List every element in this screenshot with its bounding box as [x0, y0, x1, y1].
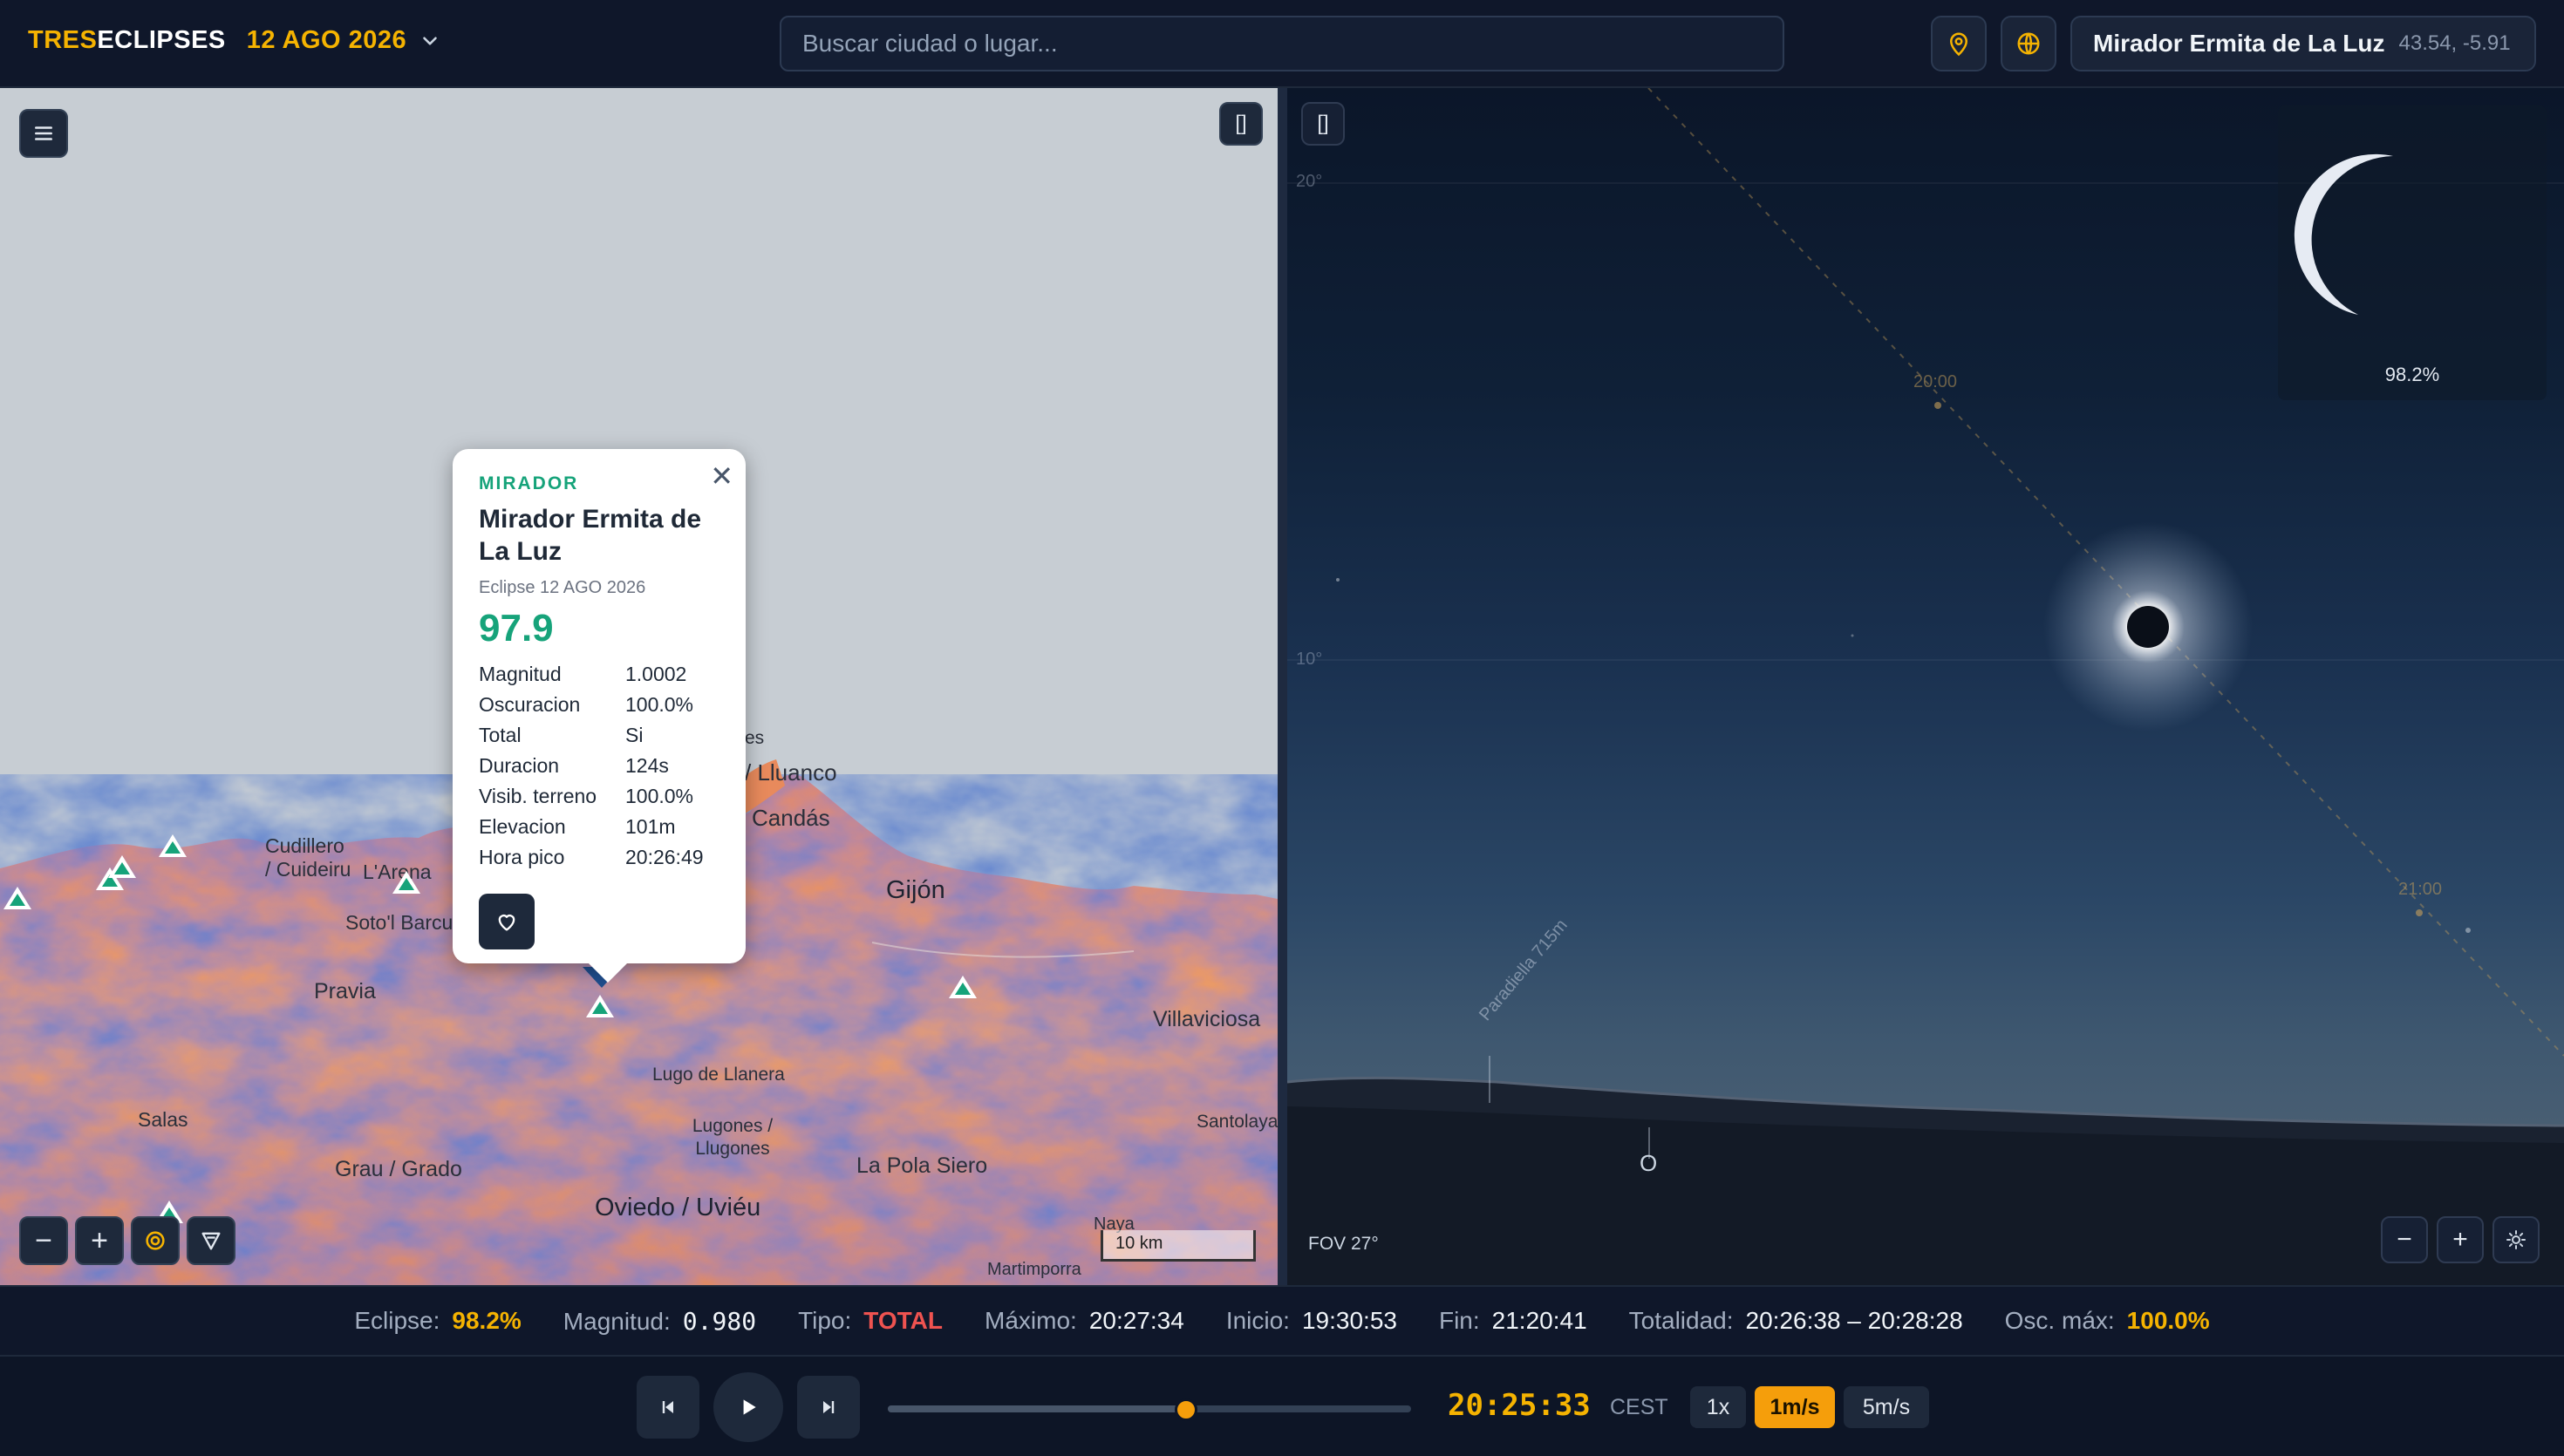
fov-label: FOV 27° [1308, 1234, 1379, 1254]
brand-date-selector[interactable]: TRES ECLIPSES 12 AGO 2026 [28, 26, 441, 55]
popup-category: MIRADOR [479, 473, 579, 493]
plus-icon: + [2452, 1225, 2468, 1254]
time-label-2000: 20:00 [1913, 372, 1958, 391]
chevron-down-icon [423, 36, 437, 45]
playback-bar: 20:25:33 CEST 1x 1m/s 5m/s [0, 1357, 2564, 1456]
info-magnitud: Magnitud: 0.980 [563, 1306, 757, 1336]
sun-icon [2506, 1230, 2526, 1249]
viewpoint-marker[interactable] [108, 855, 136, 878]
altitude-label-10: 10° [1296, 650, 1323, 669]
popup-stats: Magnitud 1.0002 Oscuracion 100.0% Total Si … [479, 659, 704, 873]
moon-disc [2127, 606, 2169, 648]
popup-row-hora-pico: Hora pico 20:26:49 [479, 846, 704, 868]
info-tipo: Tipo: TOTAL [798, 1307, 944, 1334]
altitude-label-20: 20° [1296, 172, 1323, 191]
eclipse-inset: 98.2% [2278, 105, 2547, 400]
brand-eclipses: ECLIPSES [97, 26, 226, 54]
speed-1m-button[interactable]: 1m/s [1755, 1386, 1835, 1428]
sky-zoom-out-button[interactable]: − [2381, 1216, 2428, 1263]
viewpoint-marker[interactable] [3, 887, 31, 909]
filter-button[interactable] [187, 1216, 235, 1265]
zoom-out-button[interactable]: − [19, 1216, 68, 1265]
hamburger-icon [35, 126, 52, 140]
popup-row-oscuracion: Oscuracion 100.0% [479, 693, 694, 716]
minus-icon: − [35, 1223, 52, 1257]
search-input[interactable] [780, 16, 1784, 71]
popup-subtitle: Eclipse 12 AGO 2026 [479, 578, 646, 597]
favorite-button[interactable] [479, 894, 535, 949]
scale-bar: 10 km [1101, 1230, 1256, 1262]
location-name: Mirador Ermita de La Luz [2093, 30, 2385, 57]
popup-pointer [587, 962, 629, 983]
viewpoint-marker[interactable] [392, 871, 420, 894]
popup-row-visibilidad: Visib. terreno 100.0% [479, 785, 694, 807]
triangle-filter-icon [201, 1232, 221, 1250]
brightness-button[interactable] [2492, 1216, 2540, 1263]
speed-1x-button[interactable]: 1x [1690, 1386, 1746, 1428]
info-eclipse: Eclipse: 98.2% [354, 1307, 522, 1334]
location-chip[interactable]: Mirador Ermita de La Luz 43.54, -5.91 [2070, 16, 2536, 71]
panel-divider[interactable] [1278, 88, 1287, 1285]
eclipse-info-bar: Eclipse: 98.2% Magnitud: 0.980 Tipo: TOTAL … [0, 1285, 2564, 1357]
timeline-fill [888, 1405, 1186, 1412]
viewpoint-marker[interactable] [159, 834, 187, 857]
close-icon[interactable]: ✕ [710, 459, 733, 493]
info-inicio: Inicio: 19:30:53 [1225, 1307, 1397, 1334]
layer-toggle-button[interactable] [131, 1216, 180, 1265]
sky-fullscreen-button[interactable]: [] [1301, 102, 1345, 146]
inset-percentage: 98.2% [2384, 364, 2440, 385]
menu-button[interactable] [19, 109, 68, 158]
fullscreen-icon: [] [1235, 112, 1247, 135]
locate-button[interactable] [1931, 16, 1987, 71]
play-icon [743, 1399, 756, 1415]
popup-score: 97.9 [479, 607, 554, 650]
current-time: 20:25:33 [1448, 1388, 1591, 1423]
time-dot [1934, 402, 1941, 409]
zoom-in-button[interactable]: + [75, 1216, 124, 1265]
top-bar: TRES ECLIPSES 12 AGO 2026 Mirador Ermita… [0, 0, 2564, 88]
skip-back-button[interactable] [637, 1376, 699, 1439]
target-icon [146, 1231, 165, 1250]
location-coords: 43.54, -5.91 [2398, 31, 2511, 55]
horizon-marker: O [1640, 1150, 1658, 1176]
play-button[interactable] [713, 1372, 783, 1442]
info-osc-max: Osc. máx: 100.0% [2004, 1307, 2210, 1334]
crescent-icon [2294, 153, 2393, 315]
viewpoint-marker[interactable] [586, 995, 614, 1017]
fullscreen-icon: [] [1317, 112, 1329, 135]
info-maximo: Máximo: 20:27:34 [985, 1307, 1184, 1334]
popup-title: Mirador Ermita de La Luz [479, 505, 702, 566]
speed-5m-button[interactable]: 5m/s [1844, 1386, 1929, 1428]
timezone: CEST [1610, 1395, 1668, 1419]
time-dot [2416, 909, 2423, 916]
skip-forward-icon [823, 1401, 835, 1413]
viewpoint-popup: ✕ MIRADOR Mirador Ermita de La Luz Eclip… [453, 449, 746, 983]
plus-icon: + [91, 1223, 108, 1257]
sky-zoom-in-button[interactable]: + [2437, 1216, 2484, 1263]
skip-forward-button[interactable] [797, 1376, 860, 1439]
popup-row-magnitud: Magnitud 1.0002 [479, 663, 687, 685]
timeline-slider[interactable] [888, 1405, 1411, 1412]
brand-tres: TRES [28, 26, 98, 54]
popup-row-elevacion: Elevacion 101m [479, 815, 676, 838]
eclipse-date: 12 AGO 2026 [246, 26, 407, 54]
info-fin: Fin: 21:20:41 [1438, 1307, 1587, 1334]
map-fullscreen-button[interactable]: [] [1219, 102, 1263, 146]
timeline-thumb[interactable] [1175, 1398, 1197, 1421]
heart-icon [498, 915, 515, 931]
info-totalidad: Totalidad: 20:26:38 – 20:28:28 [1628, 1307, 1963, 1334]
globe-icon [2017, 32, 2040, 55]
terrain-map[interactable]: Cudillero / Cuideiru L'Arena Soto'l Barcu… [0, 88, 1278, 1285]
skip-back-icon [662, 1401, 673, 1413]
time-label-2100: 21:00 [2398, 880, 2443, 899]
popup-row-total: Total Si [479, 724, 644, 746]
minus-icon: − [2397, 1225, 2412, 1254]
viewpoint-marker[interactable] [949, 976, 977, 998]
popup-row-duracion: Duracion 124s [479, 754, 669, 777]
globe-button[interactable] [2001, 16, 2056, 71]
map-pin-icon [1949, 32, 1968, 57]
